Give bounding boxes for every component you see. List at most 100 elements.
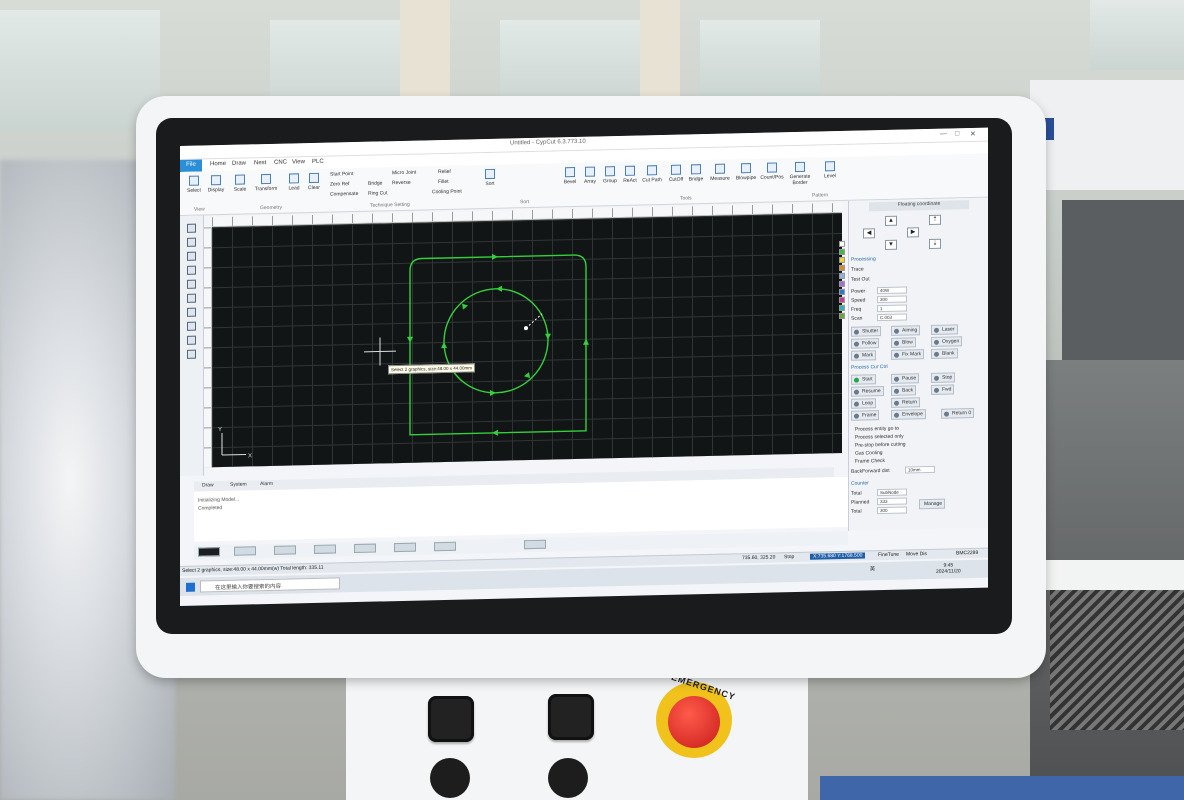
option-checkbox[interactable]: Process selected only xyxy=(855,434,904,441)
star-icon[interactable] xyxy=(187,307,196,317)
tab-plc[interactable]: PLC xyxy=(312,159,324,165)
manage-button[interactable]: Manage xyxy=(919,498,946,510)
fillet-button[interactable]: Fillet xyxy=(438,179,449,185)
return-button[interactable]: Return xyxy=(891,397,921,408)
tray-language[interactable]: 英 xyxy=(870,565,875,572)
layer-color-swatch[interactable] xyxy=(839,256,845,264)
blank-button[interactable]: Blank xyxy=(931,348,958,359)
finetune-label[interactable]: FineTune xyxy=(878,552,899,558)
sort-button[interactable]: Sort xyxy=(476,168,504,188)
layer-color-swatch[interactable] xyxy=(839,264,845,272)
transform-button[interactable]: Transform xyxy=(252,173,280,193)
counter-value[interactable]: 300 xyxy=(877,506,907,515)
aiming-button[interactable]: Aiming xyxy=(891,325,921,336)
jog-right-icon[interactable]: ▶ xyxy=(907,227,919,238)
scale-button[interactable]: Scale xyxy=(226,174,254,193)
fix-mark-button[interactable]: Fix Mark xyxy=(891,349,925,360)
tab-home[interactable]: Home xyxy=(210,161,226,167)
jog-up-icon[interactable]: ▲ xyxy=(885,215,897,227)
line-icon[interactable] xyxy=(187,237,196,247)
layer-color-swatch[interactable] xyxy=(839,272,845,280)
layer-color-swatch[interactable] xyxy=(839,312,845,320)
back-button[interactable]: Back xyxy=(891,385,917,396)
blowpipe-button[interactable]: Blowpipe xyxy=(732,163,760,182)
forward-button[interactable]: Fwd xyxy=(931,384,955,395)
circle-icon[interactable] xyxy=(187,251,196,261)
layer-color-swatch[interactable] xyxy=(839,240,845,248)
micro-joint-button[interactable]: Micro Joint xyxy=(392,170,416,177)
port-cap-left[interactable] xyxy=(430,758,470,798)
count-pos-button[interactable]: Count/Pos xyxy=(758,162,786,181)
emergency-stop-button[interactable] xyxy=(668,696,720,748)
frame-button[interactable]: Frame xyxy=(851,410,880,421)
touch-screen[interactable]: Untitled - CypCut 6.3.773.10 — □ ✕ File … xyxy=(180,127,988,607)
start-point-button[interactable]: Start Point xyxy=(330,171,353,178)
rectangle-icon[interactable] xyxy=(187,265,196,275)
oxygen-button[interactable]: Oxygen xyxy=(931,336,963,347)
shutter-button[interactable]: Shutter xyxy=(851,326,882,337)
laser-button[interactable]: Laser xyxy=(931,324,958,335)
tab-draw[interactable]: Draw xyxy=(232,161,246,167)
generate-border-button[interactable]: Generate Border xyxy=(786,161,814,187)
ring-cut-button[interactable]: Ring Cut xyxy=(368,190,387,196)
param-field[interactable]: C.003 xyxy=(877,313,907,322)
option-checkbox[interactable]: Process entity go to xyxy=(855,426,899,433)
layer-color-swatch[interactable] xyxy=(839,280,845,288)
tab-file[interactable]: File xyxy=(180,159,202,172)
arc-icon[interactable] xyxy=(187,335,196,345)
cooling-point-button[interactable]: Cooling Point xyxy=(432,189,462,196)
follow-button[interactable]: Follow xyxy=(851,338,880,349)
tab-alarm-log[interactable]: Alarm xyxy=(260,481,273,487)
counter-value[interactable]: 333 xyxy=(877,497,907,506)
layer-chip[interactable] xyxy=(274,545,296,555)
backforward-field[interactable]: 10mm xyxy=(905,465,935,474)
jog-down-icon[interactable]: ▼ xyxy=(885,239,897,251)
jog-z-down-icon[interactable]: ⇣ xyxy=(929,238,941,250)
layer-color-swatch[interactable] xyxy=(839,288,845,296)
level-button[interactable]: Level xyxy=(816,161,844,180)
layer-color-swatch[interactable] xyxy=(839,296,845,304)
layer-chip[interactable] xyxy=(234,546,256,556)
polygon-icon[interactable] xyxy=(187,279,196,289)
move-dis-label[interactable]: Move Dis xyxy=(906,551,927,557)
clear-button[interactable]: Clear xyxy=(300,172,328,192)
loop-button[interactable]: Loop xyxy=(851,398,877,409)
layer-chip[interactable] xyxy=(314,544,336,554)
jog-left-icon[interactable]: ◀ xyxy=(863,228,875,239)
measure-button[interactable]: Measure xyxy=(706,163,734,182)
pointer-icon[interactable] xyxy=(187,223,196,233)
usb-port-cover[interactable] xyxy=(548,694,594,740)
compensate-button[interactable]: Compensate xyxy=(330,191,358,198)
layer-chip[interactable] xyxy=(354,543,376,554)
mark-button[interactable]: Mark xyxy=(851,350,877,361)
option-checkbox[interactable]: Frame Check xyxy=(855,458,885,465)
return-zero-button[interactable]: Return 0 xyxy=(941,407,975,419)
pause-button[interactable]: Pause xyxy=(891,373,920,384)
layer-color-swatch[interactable] xyxy=(839,248,845,256)
stop-button[interactable]: Stop xyxy=(931,372,956,383)
tab-system-log[interactable]: System xyxy=(230,481,247,487)
minimize-icon[interactable]: — xyxy=(940,131,947,138)
resume-button[interactable]: Resume xyxy=(851,386,884,397)
layer-chip[interactable] xyxy=(434,541,456,552)
close-icon[interactable]: ✕ xyxy=(970,130,976,138)
blow-button[interactable]: Blow xyxy=(891,337,916,348)
start-button[interactable]: Start xyxy=(851,374,876,385)
bridge-button[interactable]: Bridge xyxy=(368,180,382,186)
measure-icon[interactable] xyxy=(187,349,196,359)
param-field[interactable]: 1 xyxy=(877,304,907,313)
tab-view[interactable]: View xyxy=(292,159,305,165)
point-icon[interactable] xyxy=(187,321,196,331)
reverse-button[interactable]: Reverse xyxy=(392,180,411,186)
text-icon[interactable] xyxy=(187,293,196,303)
windows-start-icon[interactable] xyxy=(186,582,195,592)
zero-ref-button[interactable]: Zero Ref xyxy=(330,181,349,187)
param-field[interactable]: 300 xyxy=(877,295,907,304)
layer-chip[interactable] xyxy=(394,542,416,553)
option-checkbox[interactable]: Pre-stop before cutting xyxy=(855,442,906,449)
layer-chip[interactable] xyxy=(524,539,546,550)
port-cap-right[interactable] xyxy=(548,758,588,798)
envelope-button[interactable]: Envelope xyxy=(891,409,926,420)
layer-chip[interactable] xyxy=(198,547,220,557)
layer-color-swatch[interactable] xyxy=(839,304,845,312)
